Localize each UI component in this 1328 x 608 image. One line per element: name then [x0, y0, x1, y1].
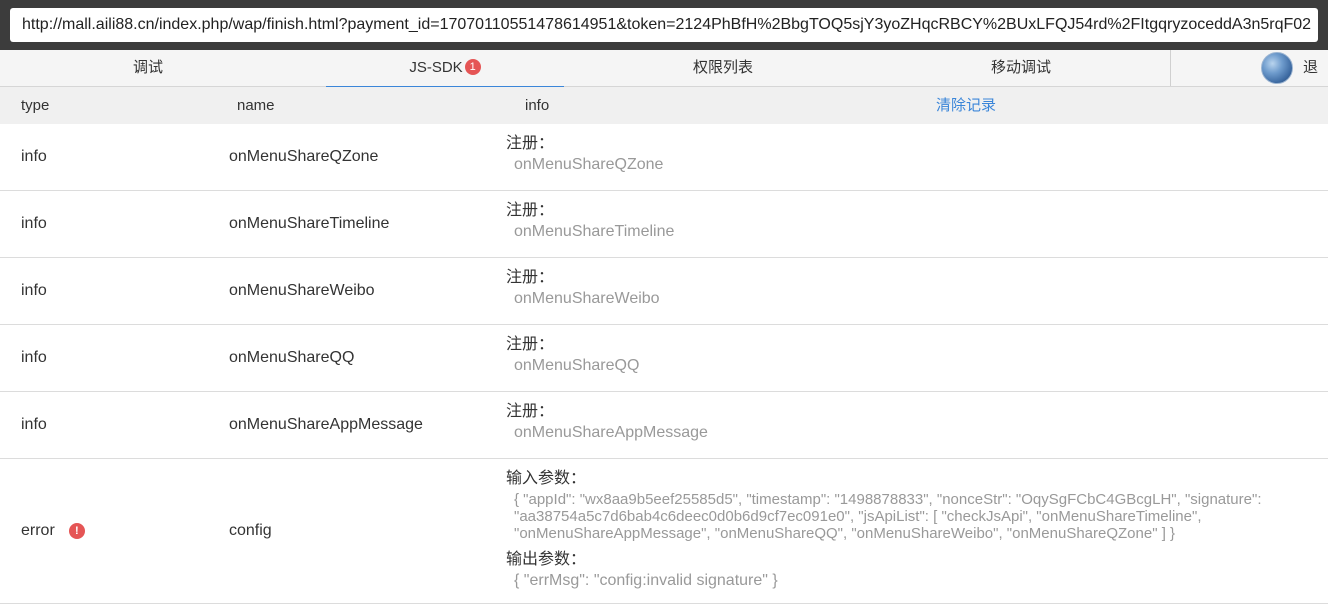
output-params-label: 输出参数： — [506, 551, 587, 568]
input-params-line: { "appId": "wx8aa9b5eef25585d5", "timest… — [514, 491, 1262, 508]
table-row: info onMenuShareTimeline 注册： onMenuShare… — [0, 191, 1328, 258]
row-name: onMenuShareTimeline — [229, 215, 390, 232]
info-label: 注册： — [506, 269, 555, 286]
table-row: info onMenuShareAppMessage 注册： onMenuSha… — [0, 392, 1328, 459]
error-icon: ! — [68, 523, 85, 539]
log-table-body: info onMenuShareQZone 注册： onMenuShareQZo… — [0, 124, 1328, 604]
clear-log-button[interactable]: 清除记录 — [936, 87, 996, 124]
row-info: 注册： onMenuShareTimeline — [506, 191, 1328, 257]
table-row-error: error ! config 输入参数： { "appId": "wx8aa9b… — [0, 459, 1328, 604]
tab-debug-label: 调试 — [132, 59, 163, 76]
tab-permissions[interactable]: 权限列表 — [574, 50, 872, 86]
row-info: 注册： onMenuShareQZone — [506, 124, 1328, 190]
input-params-value: { "appId": "wx8aa9b5eef25585d5", "timest… — [506, 491, 1328, 542]
devtools-tab-bar: 调试 JS-SDK 1 权限列表 移动调试 退 — [0, 50, 1328, 87]
tab-js-sdk-label: JS-SDK — [409, 59, 463, 76]
row-type: info — [21, 349, 47, 366]
column-header-info: info — [525, 97, 550, 114]
info-label: 注册： — [506, 336, 555, 353]
info-label: 注册： — [506, 403, 555, 420]
row-type: info — [21, 282, 47, 299]
row-name: onMenuShareQQ — [229, 349, 355, 366]
row-type: error ! — [0, 459, 208, 603]
table-row: info onMenuShareQZone 注册： onMenuShareQZo… — [0, 124, 1328, 191]
row-type-label: error — [21, 522, 55, 539]
user-label[interactable]: 退 — [1303, 50, 1318, 86]
tab-mobile-debug-label: 移动调试 — [990, 59, 1051, 76]
info-value: onMenuShareQZone — [514, 156, 664, 173]
table-row: info onMenuShareWeibo 注册： onMenuShareWei… — [0, 258, 1328, 325]
log-table-header: type name info 清除记录 — [0, 87, 1328, 124]
info-label: 注册： — [506, 202, 555, 219]
tab-js-sdk[interactable]: JS-SDK 1 — [326, 50, 564, 87]
info-value: onMenuShareTimeline — [514, 223, 675, 240]
row-name: onMenuShareQZone — [229, 148, 379, 165]
row-name: onMenuShareWeibo — [229, 282, 375, 299]
info-value: onMenuShareQQ — [514, 357, 640, 374]
input-params-line: "onMenuShareAppMessage", "onMenuShareQQ"… — [514, 525, 1176, 542]
row-type: info — [21, 416, 47, 433]
avatar[interactable] — [1261, 52, 1293, 84]
input-params-line: "aa38754a5c7d6bab4c6deec0d0b6d9cf7ec091e… — [514, 508, 1202, 525]
info-value: onMenuShareAppMessage — [514, 424, 708, 441]
input-params-label: 输入参数： — [506, 470, 587, 487]
tab-js-sdk-badge: 1 — [464, 59, 481, 75]
row-type: info — [21, 148, 47, 165]
tab-debug[interactable]: 调试 — [0, 50, 296, 86]
info-value: onMenuShareWeibo — [514, 290, 660, 307]
output-params-value: { "errMsg": "config:invalid signature" } — [514, 572, 778, 589]
browser-chrome: http://mall.aili88.cn/index.php/wap/fini… — [0, 0, 1328, 50]
row-info: 注册： onMenuShareAppMessage — [506, 392, 1328, 458]
info-label: 注册： — [506, 135, 555, 152]
address-bar[interactable]: http://mall.aili88.cn/index.php/wap/fini… — [10, 8, 1318, 42]
user-menu[interactable]: 退 — [1170, 50, 1328, 86]
column-header-type: type — [21, 97, 50, 114]
column-header-name: name — [237, 97, 275, 114]
row-info: 注册： onMenuShareWeibo — [506, 258, 1328, 324]
row-name: config — [229, 522, 272, 539]
row-info: 注册： onMenuShareQQ — [506, 325, 1328, 391]
row-name: onMenuShareAppMessage — [229, 416, 423, 433]
row-info: 输入参数： { "appId": "wx8aa9b5eef25585d5", "… — [506, 459, 1328, 603]
tab-mobile-debug[interactable]: 移动调试 — [872, 50, 1170, 86]
row-type: info — [21, 215, 47, 232]
table-row: info onMenuShareQQ 注册： onMenuShareQQ — [0, 325, 1328, 392]
tab-permissions-label: 权限列表 — [692, 59, 753, 76]
